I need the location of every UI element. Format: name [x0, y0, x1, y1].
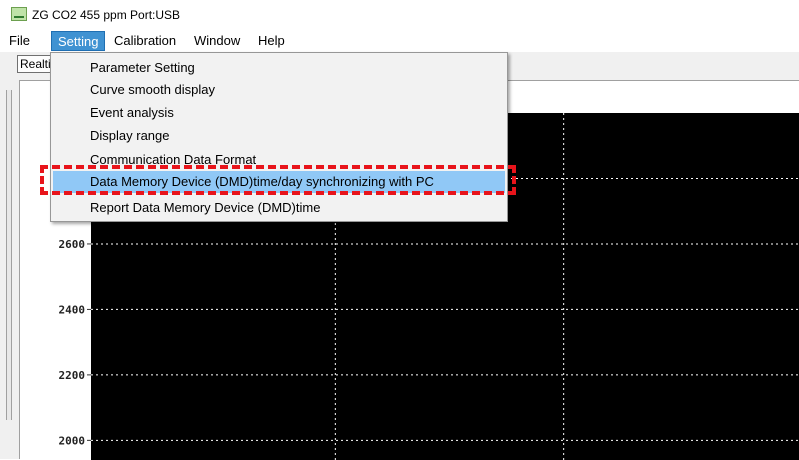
menu-calibration[interactable]: Calibration: [108, 31, 182, 51]
title-bar: ZG CO2 455 ppm Port:USB: [0, 0, 799, 30]
menu-item-curve-smooth-display[interactable]: Curve smooth display: [53, 79, 505, 101]
menu-item-dmd-time-sync[interactable]: Data Memory Device (DMD)time/day synchro…: [53, 171, 505, 193]
menu-item-label: Parameter Setting: [90, 60, 195, 75]
y-tick-label: 2000: [59, 434, 86, 447]
menu-item-label: Communication Data Format: [90, 152, 257, 167]
menu-item-display-range[interactable]: Display range: [53, 125, 505, 147]
menu-item-report-dmd-time[interactable]: Report Data Memory Device (DMD)time: [53, 197, 505, 219]
menu-item-label: Data Memory Device (DMD)time/day synchro…: [90, 174, 434, 189]
menu-item-event-analysis[interactable]: Event analysis: [53, 102, 505, 124]
y-tick-label: 2200: [59, 369, 86, 382]
menu-file[interactable]: File: [3, 31, 36, 51]
app-graph-icon: [11, 7, 27, 21]
window-title: ZG CO2 455 ppm Port:USB: [32, 8, 181, 22]
menu-window[interactable]: Window: [188, 31, 246, 51]
menu-item-label: Display range: [90, 128, 170, 143]
menu-item-label: Event analysis: [90, 105, 174, 120]
menu-item-label: Curve smooth display: [90, 82, 215, 97]
menu-item-parameter-setting[interactable]: Parameter Setting: [53, 57, 505, 79]
menu-item-label: Report Data Memory Device (DMD)time: [90, 200, 321, 215]
setting-dropdown-menu: Parameter Setting Curve smooth display E…: [50, 52, 508, 222]
y-tick-label: 2600: [59, 238, 86, 251]
y-tick-label: 2400: [59, 303, 86, 316]
left-scroll-edge[interactable]: [6, 90, 12, 420]
menu-item-communication-data-format[interactable]: Communication Data Format: [53, 149, 505, 171]
menu-setting[interactable]: Setting: [51, 31, 106, 51]
menu-bar: File Setting Calibration Window Help: [0, 30, 799, 52]
menu-help[interactable]: Help: [252, 31, 291, 51]
